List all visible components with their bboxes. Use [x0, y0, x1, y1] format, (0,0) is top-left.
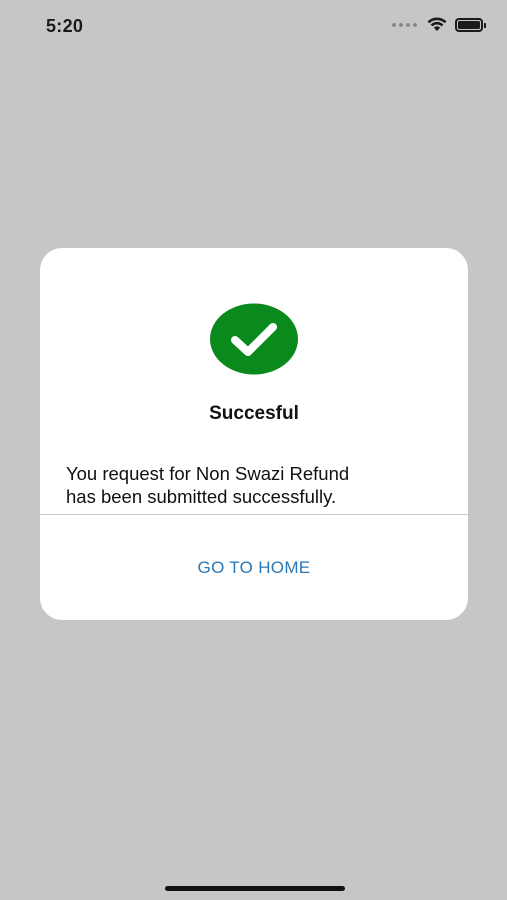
dialog-message-line-2: has been submitted successfully.: [66, 486, 337, 507]
signal-dots-icon: [392, 22, 417, 27]
status-time: 5:20: [46, 16, 84, 36]
success-dialog: Succesful You request for Non Swazi Refu…: [40, 248, 468, 620]
check-circle-icon: [210, 303, 298, 375]
dialog-message-line-1: You request for Non Swazi Refund: [66, 463, 350, 484]
battery-icon: [455, 17, 486, 32]
status-icons: [392, 17, 486, 32]
dialog-title: Succesful: [209, 403, 299, 424]
dialog-message: You request for Non Swazi Refund has bee…: [66, 462, 446, 508]
wifi-icon: [427, 17, 447, 31]
status-bar: 5:20: [0, 0, 507, 54]
go-to-home-button[interactable]: GO TO HOME: [40, 515, 468, 620]
home-indicator[interactable]: [165, 886, 345, 891]
